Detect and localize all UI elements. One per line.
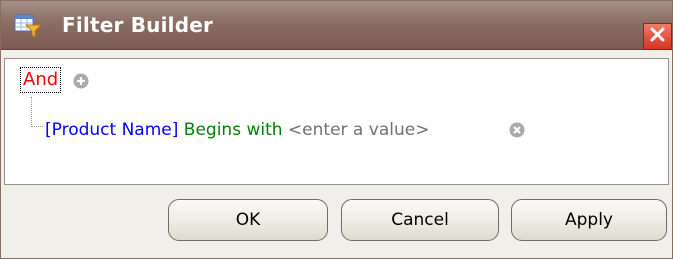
group-operator[interactable]: And [19, 67, 62, 93]
close-button[interactable] [643, 23, 672, 50]
filter-builder-dialog: Filter Builder And [Product Name] Begins… [0, 0, 673, 259]
remove-condition-icon[interactable] [509, 122, 525, 138]
add-condition-icon[interactable] [73, 73, 89, 89]
cancel-button[interactable]: Cancel [341, 199, 499, 241]
tree-connector [31, 97, 43, 127]
close-icon [649, 26, 666, 47]
dialog-title: Filter Builder [62, 13, 214, 37]
condition-field[interactable]: [Product Name] [45, 120, 178, 140]
apply-button[interactable]: Apply [511, 199, 667, 241]
title-bar[interactable]: Filter Builder [1, 1, 672, 50]
condition-value[interactable]: <enter a value> [288, 120, 430, 140]
filter-builder-icon [14, 14, 43, 38]
ok-button[interactable]: OK [168, 199, 328, 241]
condition-operation[interactable]: Begins with [184, 120, 283, 140]
filter-condition: [Product Name] Begins with <enter a valu… [45, 118, 429, 142]
